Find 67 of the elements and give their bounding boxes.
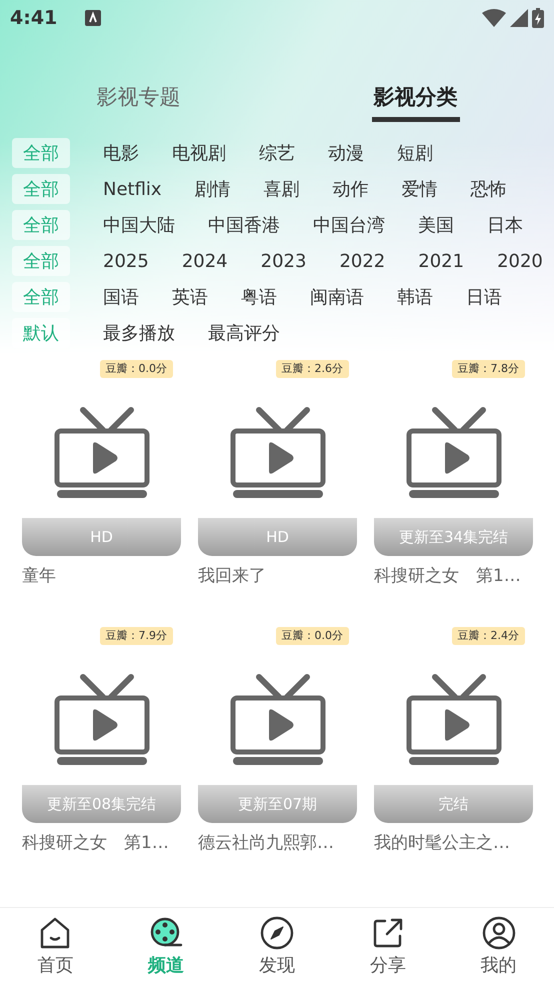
- tv-play-icon: [404, 405, 502, 501]
- filter-option[interactable]: 综艺: [259, 138, 295, 168]
- nav-tab[interactable]: 分享: [332, 908, 444, 985]
- status-label: 更新至08集完结: [22, 785, 181, 823]
- status-time: 4:41: [10, 6, 58, 31]
- filter-option[interactable]: 2021: [418, 246, 464, 276]
- rating-badge: 豆瓣：2.6分: [276, 360, 349, 378]
- signal-icon: [510, 9, 528, 27]
- video-title[interactable]: 我回来了: [198, 564, 357, 590]
- status-label: HD: [22, 518, 181, 556]
- nav-tab[interactable]: 我的: [443, 908, 554, 985]
- wifi-icon: [482, 9, 506, 27]
- filter-option[interactable]: 日本: [487, 210, 523, 240]
- status-label: 更新至34集完结: [374, 518, 533, 556]
- filter-option[interactable]: 韩语: [397, 282, 433, 312]
- filter-option[interactable]: 中国台湾: [313, 210, 385, 240]
- notification-icon: [85, 10, 102, 26]
- compass-icon: [260, 916, 294, 950]
- tv-play-icon: [404, 672, 502, 768]
- filter-option[interactable]: 日语: [466, 282, 502, 312]
- filter-option[interactable]: 国语: [103, 282, 139, 312]
- filter-option[interactable]: 中国大陆: [103, 210, 175, 240]
- video-title[interactable]: 科搜研之女 第1…: [22, 831, 181, 856]
- filter-option[interactable]: 闽南语: [310, 282, 364, 312]
- rating-badge: 豆瓣：0.0分: [100, 360, 173, 378]
- filter-option[interactable]: 2020: [497, 246, 543, 276]
- tv-play-icon: [228, 672, 326, 768]
- status-label: 更新至07期: [198, 785, 357, 823]
- filter-option[interactable]: 2024: [182, 246, 228, 276]
- filter-option[interactable]: 剧情: [194, 174, 231, 204]
- filter-option[interactable]: 中国香港: [208, 210, 280, 240]
- filter-option[interactable]: 最高评分: [208, 318, 280, 348]
- filter-option[interactable]: 2022: [339, 246, 386, 276]
- filter-option[interactable]: 英语: [172, 282, 208, 312]
- filter-option[interactable]: 爱情: [402, 174, 438, 204]
- rating-badge: 豆瓣：2.4分: [452, 627, 525, 645]
- tv-play-icon: [52, 405, 150, 501]
- category-tab[interactable]: 影视专题: [94, 78, 182, 122]
- video-title[interactable]: 科搜研之女 第1…: [374, 564, 533, 590]
- profile-icon: [482, 916, 516, 950]
- video-title[interactable]: 德云社尚九熙郭…: [198, 831, 357, 856]
- tv-play-icon: [228, 405, 326, 501]
- video-title[interactable]: 童年: [22, 564, 181, 590]
- filter-option[interactable]: 粤语: [241, 282, 277, 312]
- filter-option[interactable]: 恐怖: [470, 174, 507, 204]
- filter-option[interactable]: 动漫: [328, 138, 364, 168]
- nav-tab[interactable]: 发现: [222, 908, 332, 985]
- filter-option[interactable]: 电视剧: [172, 138, 226, 168]
- filter-option[interactable]: 短剧: [397, 138, 433, 168]
- filter-option[interactable]: Netflix: [103, 174, 162, 204]
- rating-badge: 豆瓣：0.0分: [276, 627, 349, 645]
- nav-tab[interactable]: 首页: [0, 908, 111, 985]
- filter-option[interactable]: 动作: [332, 174, 369, 204]
- rating-badge: 豆瓣：7.8分: [452, 360, 525, 378]
- category-tab[interactable]: 影视分类: [372, 78, 460, 122]
- battery-icon: [532, 8, 544, 28]
- filter-option[interactable]: 最多播放: [103, 318, 175, 348]
- status-label: 完结: [374, 785, 533, 823]
- tv-play-icon: [52, 672, 150, 768]
- filter-option[interactable]: 美国: [418, 210, 454, 240]
- filter-option[interactable]: 2023: [260, 246, 306, 276]
- filter-option[interactable]: 电影: [103, 138, 139, 168]
- rating-badge: 豆瓣：7.9分: [100, 627, 173, 645]
- filter-option[interactable]: 2025: [103, 246, 149, 276]
- filter-option[interactable]: 喜剧: [264, 174, 300, 204]
- status-label: HD: [198, 518, 357, 556]
- video-title[interactable]: 我的时髦公主之…: [374, 831, 533, 856]
